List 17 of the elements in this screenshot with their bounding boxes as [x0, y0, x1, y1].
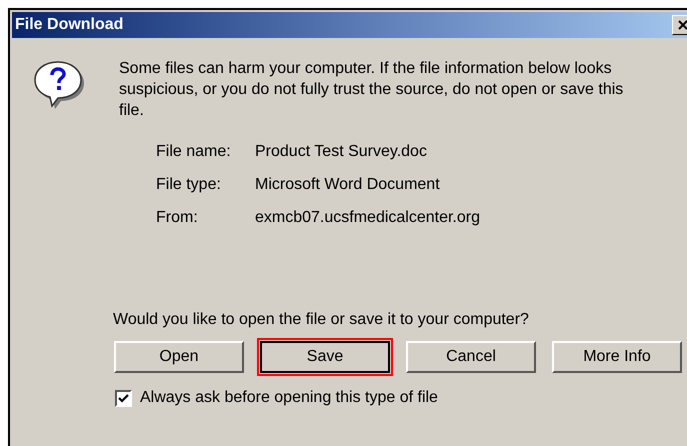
detail-value: Product Test Survey.doc: [255, 142, 427, 162]
detail-value: exmcb07.ucsfmedicalcenter.org: [255, 208, 480, 228]
warning-message: Some files can harm your computer. If the file information below looks suspicious, or you do not fully trust the source, do not open or save this file.: [119, 59, 624, 121]
detail-label: File name:: [156, 142, 232, 162]
window-title: File Download: [15, 15, 124, 35]
checkbox[interactable]: [115, 390, 132, 406]
dialog-button[interactable]: Save: [260, 341, 390, 373]
dialog-button[interactable]: Open: [114, 341, 244, 373]
dialog-button[interactable]: Cancel: [406, 341, 536, 373]
question-text: Would you like to open the file or save it to your computer?: [113, 310, 530, 330]
checkbox-label: Always ask before opening this type of file: [140, 388, 438, 408]
dialog-button[interactable]: More Info: [552, 341, 682, 373]
detail-value: Microsoft Word Document: [255, 175, 440, 195]
checkmark-icon: [118, 394, 129, 402]
detail-label: File type:: [156, 175, 222, 195]
close-icon: [678, 20, 687, 30]
detail-label: From:: [156, 208, 199, 228]
